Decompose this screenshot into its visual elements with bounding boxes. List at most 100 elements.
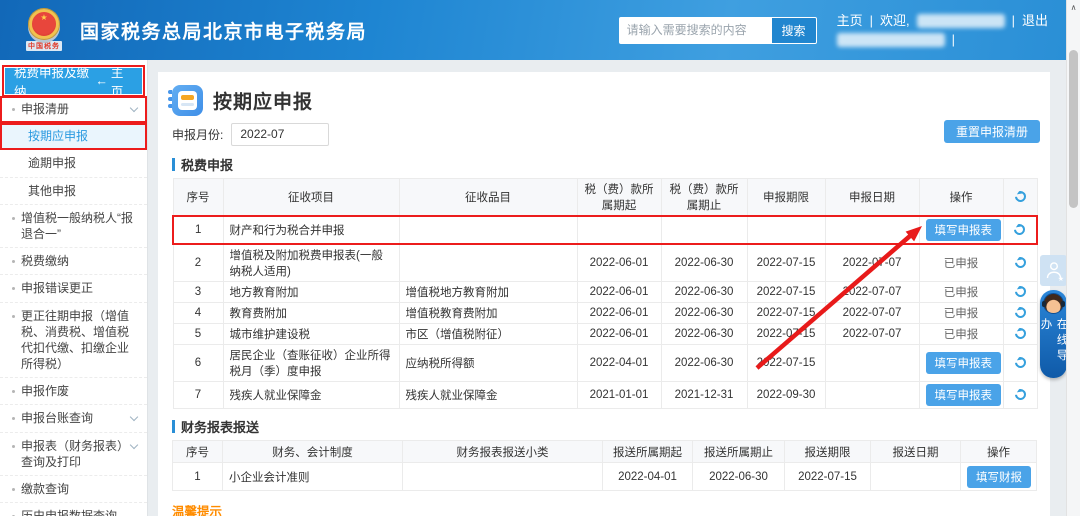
filter-row: 申报月份: xyxy=(172,121,1036,147)
cell-period-start: 2022-06-01 xyxy=(577,244,661,282)
table-row: 3 地方教育附加 增值税地方教育附加 2022-06-01 2022-06-30… xyxy=(173,282,1037,303)
sidebar-item-declaration-error-correction[interactable]: 申报错误更正 xyxy=(0,275,147,302)
cell-no: 7 xyxy=(173,382,223,409)
cell-levy-subitem xyxy=(399,244,577,282)
sidebar: 税费申报及缴纳 ← 主页 申报清册 按期应申报 逾期申报 其他申报 xyxy=(0,60,148,516)
refresh-icon[interactable] xyxy=(1012,387,1027,402)
table-row: 1 小企业会计准则 2022-04-01 2022-06-30 2022-07-… xyxy=(173,463,1037,491)
refresh-icon[interactable] xyxy=(1012,255,1027,270)
tips-section: 温馨提示 1、如近期发生税费种认定、纳税人资格、备案等税务事项变动，页面展现信息… xyxy=(172,501,1036,516)
cell-date xyxy=(825,216,919,244)
sidebar-item-other-declaration[interactable]: 其他申报 xyxy=(0,178,147,205)
page-scrollbar[interactable]: ∧ xyxy=(1066,0,1080,516)
page: 中国税务 国家税务总局北京市电子税务局 搜索 主页 | 欢迎, | 退出 xyxy=(0,0,1080,516)
home-link[interactable]: 主页 xyxy=(837,11,863,30)
table-row: 4 教育费附加 增值税教育费附加 2022-06-01 2022-06-30 2… xyxy=(173,303,1037,324)
cell-no: 1 xyxy=(173,216,223,244)
cell-deadline: 2022-07-15 xyxy=(747,324,825,345)
sidebar-item-statement-query-print[interactable]: 申报表（财务报表）查询及打印 xyxy=(0,433,147,476)
sidebar-item-declaration-void[interactable]: 申报作废 xyxy=(0,378,147,405)
cell-deadline: 2022-07-15 xyxy=(785,463,871,491)
search-input[interactable] xyxy=(619,17,771,44)
reset-declaration-list-button[interactable]: 重置申报清册 xyxy=(944,120,1040,143)
top-header: 中国税务 国家税务总局北京市电子税务局 搜索 主页 | 欢迎, | 退出 xyxy=(0,0,1066,60)
notebook-icon xyxy=(172,85,203,116)
col-refresh xyxy=(1003,179,1037,217)
col-no: 序号 xyxy=(173,441,223,463)
cell-period-start: 2022-06-01 xyxy=(577,324,661,345)
tax-declaration-table: 序号 征收项目 征收品目 税（费）款所属期起 税（费）款所属期止 申报期限 申报… xyxy=(172,178,1038,409)
sidebar-item-declaration-list[interactable]: 申报清册 xyxy=(0,96,147,123)
page-title: 按期应申报 xyxy=(213,87,313,114)
cell-levy-item: 残疾人就业保障金 xyxy=(223,382,399,409)
sidebar-item-overdue-declaration[interactable]: 逾期申报 xyxy=(0,150,147,177)
site-title: 国家税务总局北京市电子税务局 xyxy=(80,17,367,44)
cell-deadline: 2022-07-15 xyxy=(747,345,825,382)
col-no: 序号 xyxy=(173,179,223,217)
sidebar-item-vat-general-taxpayer[interactable]: 增值税一般纳税人“报退合一” xyxy=(0,205,147,248)
chevron-down-icon xyxy=(130,413,138,421)
scrollbar-thumb[interactable] xyxy=(1069,50,1078,208)
col-deadline: 报送期限 xyxy=(785,441,871,463)
search-box: 搜索 xyxy=(619,17,817,44)
refresh-icon[interactable] xyxy=(1012,189,1027,204)
sidebar-item-label: 历史申报数据查询 xyxy=(21,508,117,516)
fill-finance-report-button[interactable]: 填写财报 xyxy=(967,466,1031,488)
bullet-icon xyxy=(12,488,15,491)
chevron-down-icon xyxy=(130,104,138,112)
month-label: 申报月份: xyxy=(172,126,223,143)
declaration-month-input[interactable] xyxy=(231,123,329,146)
sidebar-item-payment-query[interactable]: 缴款查询 xyxy=(0,476,147,503)
finance-report-section-title: 财务报表报送 xyxy=(172,418,1036,435)
cell-period-end: 2021-12-31 xyxy=(661,382,747,409)
cell-levy-item: 增值税及附加税费申报表(一般纳税人适用) xyxy=(223,244,399,282)
sidebar-item-tax-payment[interactable]: 税费缴纳 xyxy=(0,248,147,275)
sidebar-item-label: 逾期申报 xyxy=(28,155,76,171)
cell-levy-subitem xyxy=(399,216,577,244)
cell-date: 2022-07-07 xyxy=(825,303,919,324)
status-declared: 已申报 xyxy=(944,329,979,341)
blurred-username xyxy=(917,14,1005,28)
sidebar-item-periodic-declaration[interactable]: 按期应申报 xyxy=(0,123,147,150)
sidebar-item-declaration-ledger-query[interactable]: 申报台账查询 xyxy=(0,405,147,432)
fill-declaration-form-button[interactable]: 填写申报表 xyxy=(926,384,1002,406)
fill-declaration-form-button[interactable]: 填写申报表 xyxy=(926,219,1002,241)
sidebar-item-label: 按期应申报 xyxy=(28,128,88,144)
logout-link[interactable]: 退出 xyxy=(1022,11,1048,30)
cell-no: 2 xyxy=(173,244,223,282)
cell-report-subclass xyxy=(403,463,603,491)
sidebar-header-tax-declaration-payment[interactable]: 税费申报及缴纳 ← 主页 xyxy=(5,68,142,94)
refresh-icon[interactable] xyxy=(1012,222,1027,237)
cell-date: 2022-07-07 xyxy=(825,324,919,345)
cell-levy-item: 财产和行为税合并申报 xyxy=(223,216,399,244)
table-row: 6 居民企业（查账征收）企业所得税月（季）度申报 应纳税所得额 2022-04-… xyxy=(173,345,1037,382)
col-period-start: 报送所属期起 xyxy=(603,441,693,463)
customer-service-avatar-icon xyxy=(1043,293,1064,314)
cell-levy-item: 居民企业（查账征收）企业所得税月（季）度申报 xyxy=(223,345,399,382)
refresh-icon[interactable] xyxy=(1012,326,1027,341)
separator: | xyxy=(1012,11,1015,30)
sidebar-item-label: 申报台账查询 xyxy=(21,410,93,426)
chevron-down-icon xyxy=(130,440,138,448)
sidebar-item-correct-past-declaration[interactable]: 更正往期申报（增值税、消费税、增值税代扣代缴、扣缴企业所得税） xyxy=(0,303,147,379)
refresh-icon[interactable] xyxy=(1012,305,1027,320)
bullet-icon xyxy=(12,108,15,111)
brand: 中国税务 国家税务总局北京市电子税务局 xyxy=(20,9,367,51)
cell-levy-subitem: 残疾人就业保障金 xyxy=(399,382,577,409)
bullet-icon xyxy=(12,417,15,420)
sidebar-item-label: 申报作废 xyxy=(21,383,69,399)
sidebar-item-label: 其他申报 xyxy=(28,183,76,199)
refresh-icon[interactable] xyxy=(1012,284,1027,299)
search-button[interactable]: 搜索 xyxy=(771,17,817,44)
scroll-up-arrow[interactable]: ∧ xyxy=(1067,0,1080,15)
user-favorite-widget[interactable]: ★ xyxy=(1040,255,1067,286)
refresh-icon[interactable] xyxy=(1012,355,1027,370)
online-guide-widget[interactable]: 在线导办 xyxy=(1040,290,1067,378)
sidebar-item-history-declaration-query[interactable]: 历史申报数据查询 xyxy=(0,503,147,516)
col-action: 操作 xyxy=(961,441,1037,463)
col-accounting-system: 财务、会计制度 xyxy=(223,441,403,463)
fill-declaration-form-button[interactable]: 填写申报表 xyxy=(926,352,1002,374)
back-home-link[interactable]: ← 主页 xyxy=(95,62,133,100)
cell-levy-item: 地方教育附加 xyxy=(223,282,399,303)
cell-accounting-system: 小企业会计准则 xyxy=(223,463,403,491)
